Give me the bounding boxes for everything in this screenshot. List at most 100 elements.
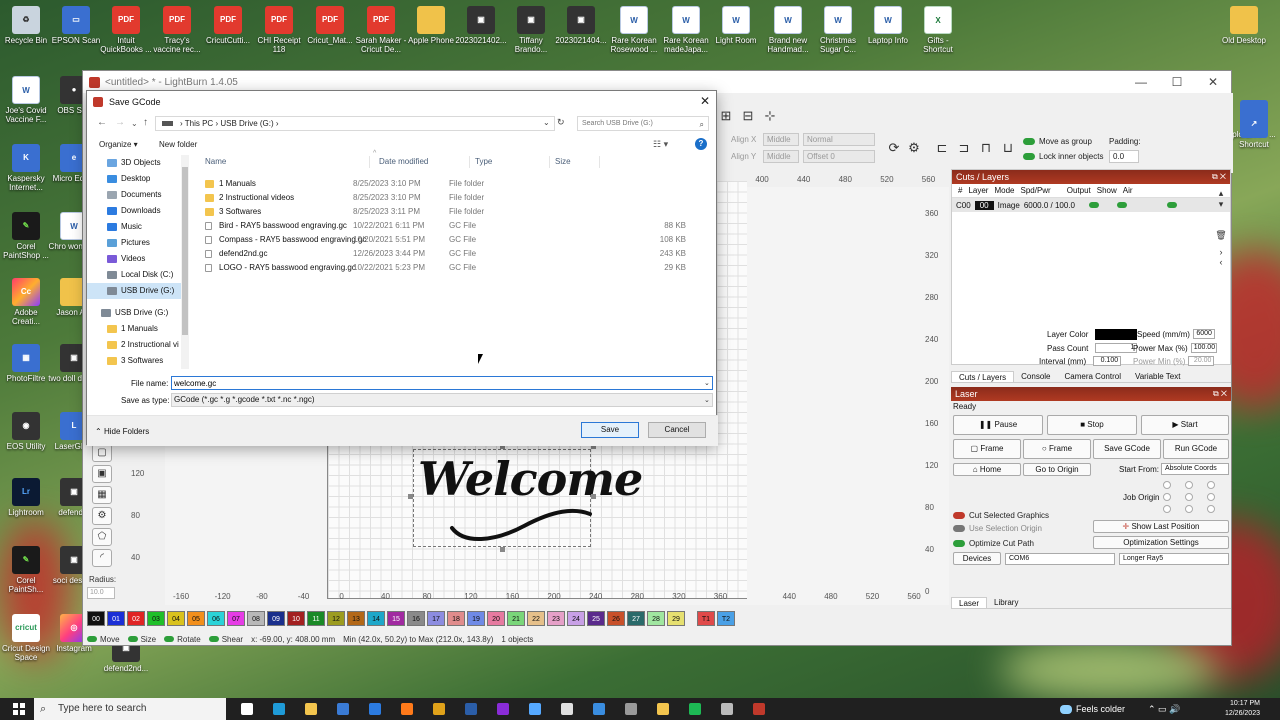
- desktop-icon[interactable]: W Light Room: [710, 6, 762, 45]
- palette-swatch[interactable]: T2: [717, 611, 735, 626]
- tab-cuts-layers[interactable]: Cuts / Layers: [951, 371, 1015, 382]
- system-tray[interactable]: ⌃ ▭ 🔊: [1148, 698, 1180, 720]
- tab-console[interactable]: Console: [1014, 371, 1057, 382]
- file-row[interactable]: LOGO - RAY5 basswood engraving.gc 10/22/2…: [199, 261, 709, 275]
- forward-arrow-icon[interactable]: →: [115, 117, 125, 128]
- palette-swatch[interactable]: 24: [567, 611, 585, 626]
- desktop-icon[interactable]: ✎ Corel PaintShop ...: [0, 212, 52, 260]
- palette-swatch[interactable]: 11: [307, 611, 325, 626]
- desktop-icon[interactable]: PDF Tracy's vaccine rec...: [151, 6, 203, 54]
- rotate-icon[interactable]: ⟳: [885, 139, 903, 157]
- desktop-icon[interactable]: W Rare Korean madeJapa...: [660, 6, 712, 54]
- resize-handle[interactable]: [500, 547, 505, 552]
- save-button[interactable]: Save: [581, 422, 639, 438]
- desktop-icon[interactable]: PDF CHI Receipt 118: [253, 6, 305, 54]
- palette-swatch[interactable]: 18: [447, 611, 465, 626]
- tree-item[interactable]: 3D Objects: [87, 155, 189, 171]
- start-button[interactable]: ▶ Start: [1141, 415, 1229, 435]
- palette-swatch[interactable]: 26: [607, 611, 625, 626]
- desktop-icon[interactable]: Old Desktop: [1218, 6, 1270, 45]
- desktop-icon[interactable]: ▦ PhotoFiltre: [0, 344, 52, 383]
- file-row[interactable]: 1 Manuals 8/25/2023 3:10 PM File folder: [199, 177, 709, 191]
- stop-button[interactable]: ■ Stop: [1047, 415, 1137, 435]
- pause-button[interactable]: ❚❚ Pause: [953, 415, 1043, 435]
- hide-folders-button[interactable]: ⌃ Hide Folders: [95, 427, 149, 436]
- optimize-cut-path-toggle[interactable]: Optimize Cut Path: [953, 539, 1034, 548]
- desktop-icon[interactable]: PDF Cricut_Mat...: [304, 6, 356, 45]
- lightburn-icon[interactable]: [748, 698, 770, 720]
- task-view-icon[interactable]: [236, 698, 258, 720]
- panel-close-icon[interactable]: ⧉ ✕: [1213, 387, 1227, 401]
- normal-select[interactable]: Normal: [803, 133, 875, 146]
- desktop-icon[interactable]: W Joe's Covid Vaccine F...: [0, 76, 52, 124]
- maximize-button[interactable]: ☐: [1159, 71, 1195, 93]
- origin-radio[interactable]: [1207, 481, 1215, 489]
- welcome-graphic-selection[interactable]: Welcome: [408, 444, 643, 552]
- show-last-position-button[interactable]: ✛ Show Last Position: [1093, 520, 1229, 533]
- move-together-icon[interactable]: ⊓: [977, 139, 995, 157]
- weather-widget[interactable]: Feels colder: [1060, 698, 1125, 720]
- palette-swatch[interactable]: 08: [247, 611, 265, 626]
- desktop-icon[interactable]: Apple Phone: [405, 6, 457, 45]
- origin-radio[interactable]: [1207, 493, 1215, 501]
- desktop-icon[interactable]: PDF CricutCutti...: [202, 6, 254, 45]
- close-button[interactable]: ✕: [1195, 71, 1231, 93]
- padding-input[interactable]: 0.0: [1109, 150, 1139, 163]
- palette-swatch[interactable]: 25: [587, 611, 605, 626]
- array-icon[interactable]: ⊞: [717, 107, 735, 125]
- run-gcode-button[interactable]: Run GCode: [1163, 439, 1229, 459]
- palette-swatch[interactable]: 22: [527, 611, 545, 626]
- address-dropdown-icon[interactable]: ⌄: [543, 118, 550, 127]
- tree-item[interactable]: 1 Manuals: [87, 321, 189, 337]
- palette-swatch[interactable]: 27: [627, 611, 645, 626]
- palette-swatch[interactable]: T1: [697, 611, 715, 626]
- resize-handle[interactable]: [591, 494, 596, 499]
- desktop-icon[interactable]: PDF Sarah Maker - Cricut De...: [355, 6, 407, 54]
- desktop-icon[interactable]: cricut Cricut Design Space: [0, 614, 52, 662]
- calculator-icon[interactable]: [620, 698, 642, 720]
- address-bar[interactable]: › This PC › USB Drive (G:) ›: [155, 116, 555, 131]
- panel-close-icon[interactable]: ⧉ ✕: [1212, 170, 1226, 184]
- origin-radio[interactable]: [1185, 505, 1193, 513]
- cut-selected-toggle[interactable]: Cut Selected Graphics: [953, 511, 1049, 520]
- desktop-icon[interactable]: Lr Lightroom: [0, 478, 52, 517]
- interval-input[interactable]: 0.100: [1093, 356, 1122, 366]
- tree-item[interactable]: Local Disk (C:): [87, 267, 189, 283]
- view-options-icon[interactable]: ☷ ▾: [653, 139, 668, 150]
- polygon-tool-icon[interactable]: ⬠: [92, 528, 112, 546]
- help-icon[interactable]: ?: [695, 138, 707, 150]
- desktop-icon[interactable]: ▣ 2023021404...: [555, 6, 607, 45]
- tree-item[interactable]: Videos: [87, 251, 189, 267]
- taskbar-search[interactable]: ⌕ Type here to search: [34, 698, 226, 720]
- tab-laser[interactable]: Laser: [951, 597, 988, 608]
- align-x-select[interactable]: Middle: [763, 133, 799, 146]
- machine-icon[interactable]: ⚙: [905, 139, 923, 157]
- power-max-input[interactable]: 100.00: [1190, 343, 1217, 353]
- tree-item[interactable]: 2 Instructional vi: [87, 337, 189, 353]
- layer-row[interactable]: C00 00 Image 6000.0 / 100.0: [952, 198, 1230, 212]
- dock-icon[interactable]: ⊔: [999, 139, 1017, 157]
- palette-swatch[interactable]: 03: [147, 611, 165, 626]
- speed-input[interactable]: 6000: [1192, 329, 1215, 339]
- move-as-group-toggle[interactable]: Move as group: [1023, 137, 1092, 146]
- devices-button[interactable]: Devices: [953, 552, 1001, 565]
- origin-radio[interactable]: [1163, 493, 1171, 501]
- tree-item[interactable]: Pictures: [87, 235, 189, 251]
- desktop-icon[interactable]: ▣ Tiffany Brando...: [505, 6, 557, 54]
- origin-radio[interactable]: [1185, 481, 1193, 489]
- tab-library[interactable]: Library: [987, 597, 1025, 608]
- move-up-icon[interactable]: ▴: [1214, 188, 1228, 199]
- crosshair-icon[interactable]: ⊹: [761, 107, 779, 125]
- frame-tool-icon[interactable]: ▢: [92, 444, 112, 462]
- desktop-icon[interactable]: W Brand new Handmad...: [762, 6, 814, 54]
- file-explorer-icon[interactable]: [300, 698, 322, 720]
- col-name[interactable]: Name: [205, 157, 226, 166]
- output-toggle[interactable]: [1088, 202, 1099, 208]
- palette-swatch[interactable]: 12: [327, 611, 345, 626]
- palette-swatch[interactable]: 09: [267, 611, 285, 626]
- search-input[interactable]: Search USB Drive (G:) ⌕: [577, 116, 709, 131]
- dialog-close-button[interactable]: ✕: [700, 94, 710, 108]
- grid-tool-icon[interactable]: ▦: [92, 486, 112, 504]
- palette-swatch[interactable]: 02: [127, 611, 145, 626]
- breadcrumb-this-pc[interactable]: This PC: [185, 119, 213, 128]
